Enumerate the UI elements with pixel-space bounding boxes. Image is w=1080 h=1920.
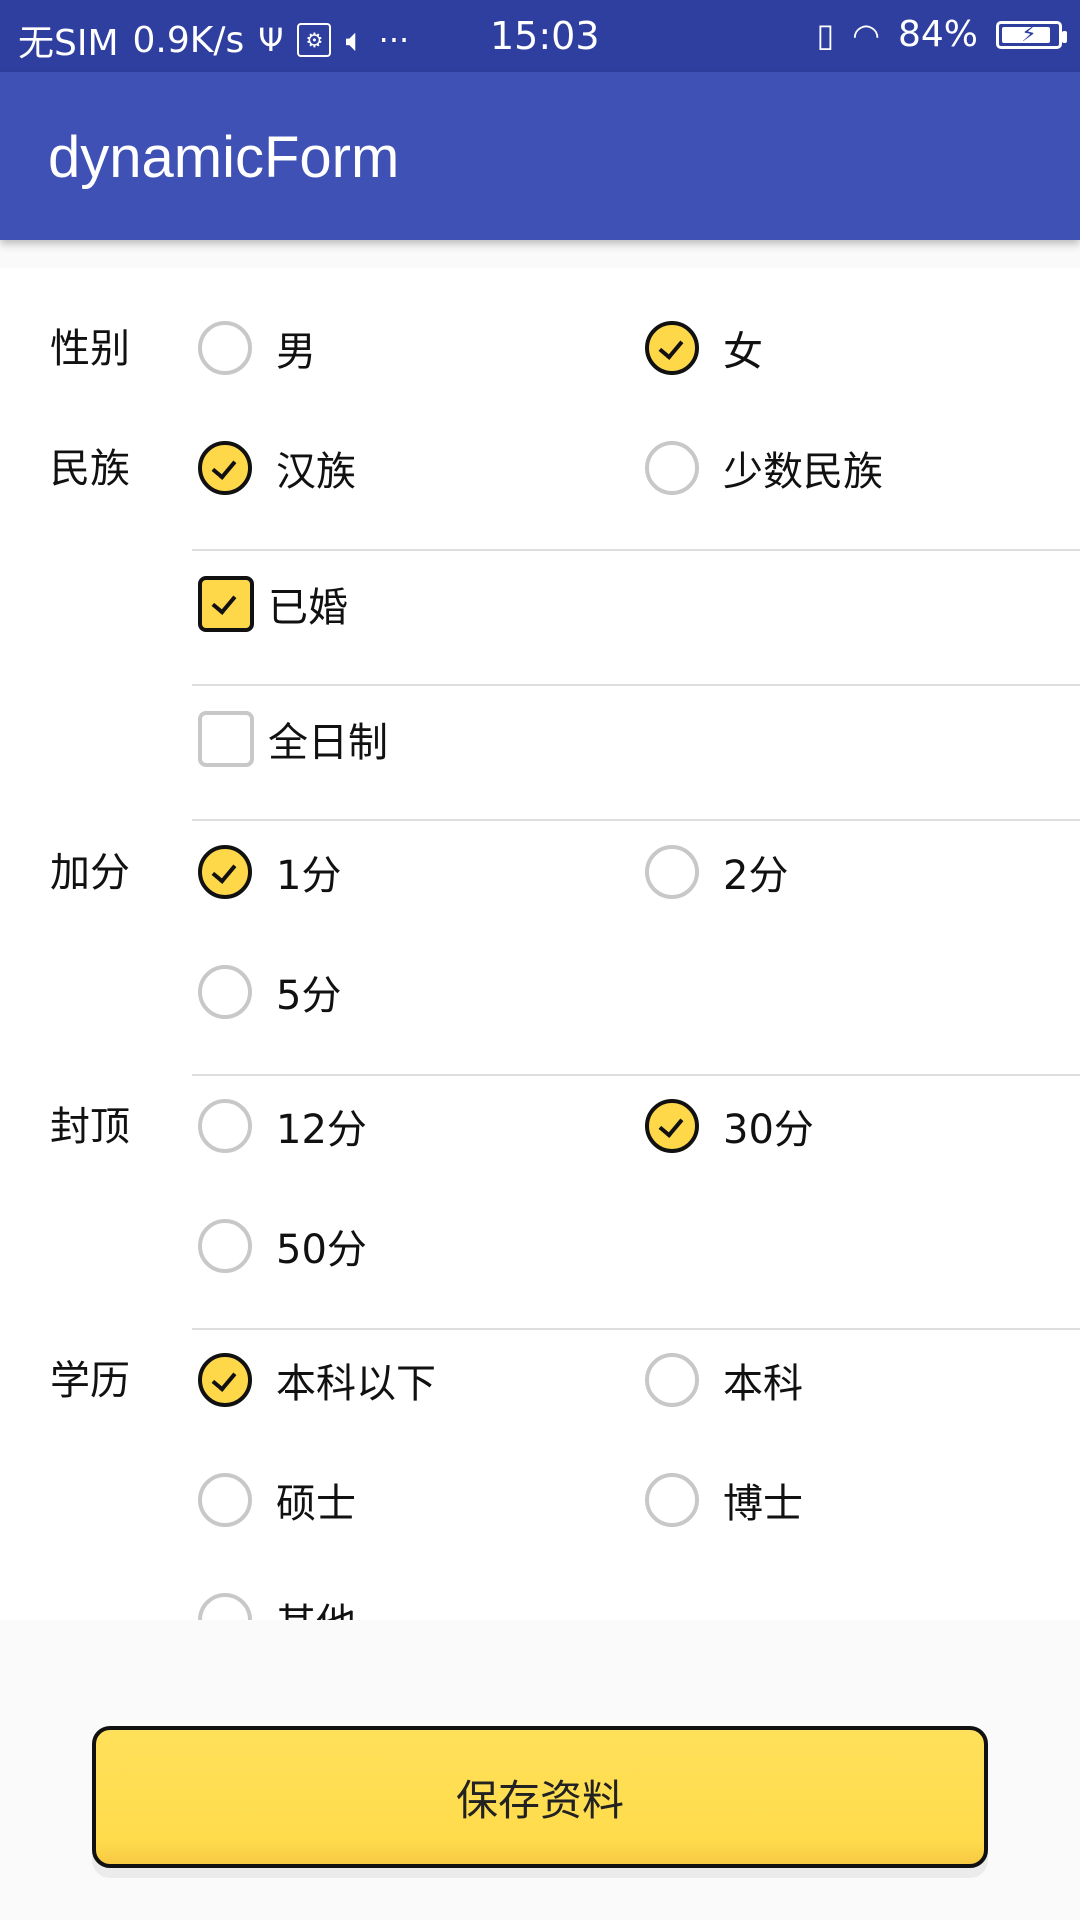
fulltime-text: 全日制 — [268, 720, 388, 766]
radio-below-bachelor[interactable] — [198, 1353, 252, 1407]
status-bar: 无SIM 0.9K/s Ψ ⚙ 🔈︎ ··· 15:03 ▯ ◠ 84% ⚡ — [0, 0, 1080, 72]
married-checkbox[interactable] — [198, 576, 254, 632]
save-button[interactable]: 保存资料 — [92, 1726, 988, 1868]
radio-bonus-1[interactable] — [198, 845, 252, 899]
education-option-other[interactable]: 其他 — [198, 1590, 356, 1620]
bonus-option-1[interactable]: 1分 — [198, 842, 341, 902]
usb-icon: Ψ — [258, 21, 284, 59]
usb-debug-icon: ⚙ — [297, 23, 332, 57]
cap-option-12[interactable]: 12分 — [198, 1096, 367, 1156]
option-label: 1分 — [276, 853, 342, 899]
fulltime-checkbox-row[interactable]: 全日制 — [198, 709, 388, 769]
option-label: 其他 — [276, 1591, 356, 1620]
bonus-option-2[interactable]: 2分 — [645, 842, 788, 902]
wifi-icon: ◠ — [852, 15, 880, 54]
more-icon: ··· — [378, 21, 410, 59]
app-title: dynamicForm — [48, 125, 400, 190]
radio-cap-12[interactable] — [198, 1099, 252, 1153]
option-label: 女 — [723, 329, 763, 375]
option-label: 少数民族 — [723, 449, 883, 495]
bonus-label: 加分 — [50, 850, 130, 896]
cap-label: 封顶 — [50, 1104, 130, 1150]
divider — [192, 1074, 1080, 1076]
option-label: 男 — [276, 329, 316, 375]
divider — [192, 684, 1080, 686]
ethnicity-option-minority[interactable]: 少数民族 — [645, 438, 883, 498]
radio-doctor[interactable] — [645, 1473, 699, 1527]
radio-master[interactable] — [198, 1473, 252, 1527]
option-label: 本科以下 — [276, 1361, 436, 1407]
volume-icon: 🔈︎ — [345, 20, 365, 59]
divider — [192, 819, 1080, 821]
ethnicity-option-han[interactable]: 汉族 — [198, 438, 356, 498]
option-label: 本科 — [723, 1361, 803, 1407]
radio-bachelor[interactable] — [645, 1353, 699, 1407]
carrier-text: 无SIM — [18, 23, 119, 64]
education-option-below-bachelor[interactable]: 本科以下 — [198, 1350, 436, 1410]
option-label: 5分 — [276, 973, 342, 1019]
fulltime-checkbox[interactable] — [198, 711, 254, 767]
married-text: 已婚 — [268, 585, 348, 631]
divider — [192, 549, 1080, 551]
gender-option-female[interactable]: 女 — [645, 318, 763, 378]
gender-label: 性别 — [50, 326, 130, 372]
married-checkbox-row[interactable]: 已婚 — [198, 574, 348, 634]
option-label: 汉族 — [276, 449, 356, 495]
network-speed: 0.9K/s — [132, 19, 245, 61]
radio-minority[interactable] — [645, 441, 699, 495]
radio-han[interactable] — [198, 441, 252, 495]
divider — [192, 1328, 1080, 1330]
option-label: 30分 — [723, 1107, 814, 1153]
battery-icon: ⚡ — [996, 20, 1067, 49]
radio-bonus-5[interactable] — [198, 965, 252, 1019]
bonus-option-5[interactable]: 5分 — [198, 962, 341, 1022]
gender-option-male[interactable]: 男 — [198, 318, 316, 378]
radio-male[interactable] — [198, 321, 252, 375]
cap-option-30[interactable]: 30分 — [645, 1096, 814, 1156]
form-container[interactable]: 性别 男 女 民族 汉族 少数民族 已婚 全日制 加分 1分 2分 5分 封顶 … — [0, 268, 1080, 1620]
option-label: 2分 — [723, 853, 789, 899]
radio-cap-50[interactable] — [198, 1219, 252, 1273]
education-option-master[interactable]: 硕士 — [198, 1470, 356, 1530]
cap-option-50[interactable]: 50分 — [198, 1216, 367, 1276]
option-label: 12分 — [276, 1107, 367, 1153]
radio-cap-30[interactable] — [645, 1099, 699, 1153]
radio-female[interactable] — [645, 321, 699, 375]
ethnicity-label: 民族 — [50, 446, 130, 492]
radio-other[interactable] — [198, 1593, 252, 1620]
option-label: 50分 — [276, 1227, 367, 1273]
radio-bonus-2[interactable] — [645, 845, 699, 899]
clock: 15:03 — [490, 14, 600, 58]
app-bar: dynamicForm — [0, 72, 1080, 240]
option-label: 硕士 — [276, 1481, 356, 1527]
education-option-bachelor[interactable]: 本科 — [645, 1350, 803, 1410]
battery-percent: 84% — [897, 14, 978, 55]
option-label: 博士 — [723, 1481, 803, 1527]
vibrate-icon: ▯ — [816, 15, 835, 54]
education-label: 学历 — [50, 1358, 130, 1404]
education-option-doctor[interactable]: 博士 — [645, 1470, 803, 1530]
